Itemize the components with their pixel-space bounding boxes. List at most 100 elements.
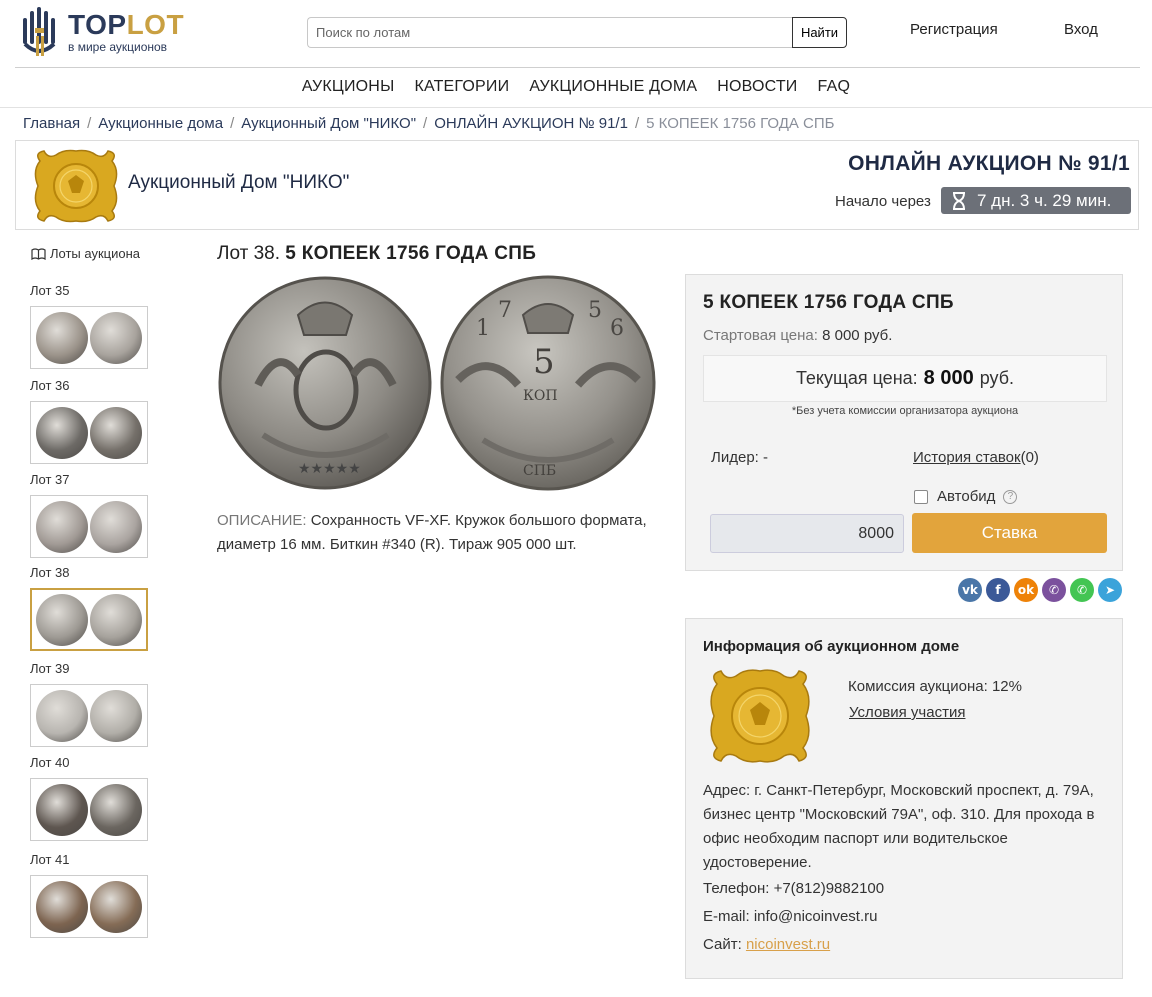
thumbnail-coin-reverse [90,593,142,646]
lot-list-item[interactable]: Лот 41 [30,852,148,938]
lot-thumbnail[interactable] [30,778,148,841]
leader-info: Лидер: - [711,449,768,466]
breadcrumb-house[interactable]: Аукционный Дом "НИКО" [241,115,416,132]
house-site: Сайт: nicoinvest.ru [703,936,830,953]
share-odnoklassniki-icon[interactable]: ok [1014,578,1038,602]
email-value: info@nicoinvest.ru [753,908,878,925]
site-link[interactable]: nicoinvest.ru [746,936,830,953]
lot-thumbnail[interactable] [30,495,148,558]
start-price: Стартовая цена: 8 000 руб. [703,327,892,344]
breadcrumb-auction[interactable]: ОНЛАЙН АУКЦИОН № 91/1 [434,115,628,132]
thumbnail-coin-reverse [90,500,142,553]
phone-value: +7(812)9882100 [773,880,885,897]
bid-amount-input[interactable] [710,514,904,553]
lot-list-label[interactable]: Лот 40 [30,755,148,771]
bid-history: История ставок(0) [913,449,1039,466]
lot-thumbnail[interactable] [30,306,148,369]
lot-list-item[interactable]: Лот 36 [30,378,148,464]
coin-image[interactable]: ★★★★★ 5 КОП 1 7 5 6 СПБ [218,275,658,497]
commission-note: *Без учета комиссии организатора аукцион… [791,405,1019,417]
book-icon [31,247,46,260]
lot-thumbnail[interactable] [30,588,148,651]
nav-auction-houses[interactable]: АУКЦИОННЫЕ ДОМА [529,78,697,107]
house-name[interactable]: Аукционный Дом "НИКО" [128,172,349,194]
nav-auctions[interactable]: АУКЦИОНЫ [302,78,395,107]
auction-title[interactable]: ОНЛАЙН АУКЦИОН № 91/1 [848,152,1130,176]
auction-bar: Аукционный Дом "НИКО" ОНЛАЙН АУКЦИОН № 9… [15,140,1139,230]
lot-list-item[interactable]: Лот 37 [30,472,148,558]
lot-list-label[interactable]: Лот 37 [30,472,148,488]
breadcrumb-separator: / [87,115,92,132]
toplot-logo[interactable]: TOPLOT в мире аукционов [22,6,184,58]
lot-list-label[interactable]: Лот 36 [30,378,148,394]
logo-title-lot: LOT [126,9,185,40]
lot-list-item[interactable]: Лот 40 [30,755,148,841]
logo-text: TOPLOT в мире аукционов [68,9,185,55]
lot-list-label[interactable]: Лот 39 [30,661,148,677]
svg-text:6: 6 [610,316,624,341]
share-facebook-icon[interactable]: f [986,578,1010,602]
lot-list-label[interactable]: Лот 35 [30,283,148,299]
toplot-logo-icon [23,7,56,56]
search-bar: Найти [307,17,847,48]
house-address: Адрес: г. Санкт-Петербург, Московский пр… [703,782,1095,871]
site-label: Сайт: [703,936,742,953]
lot-thumbnail[interactable] [30,401,148,464]
thumbnail-coin-obverse [36,500,88,553]
search-button[interactable]: Найти [792,17,847,48]
bid-history-link[interactable]: История ставок [913,449,1021,466]
nav-categories[interactable]: КАТЕГОРИИ [414,78,509,107]
register-link[interactable]: Регистрация [910,21,998,38]
autobid-checkbox[interactable] [914,489,928,504]
autobid-option: Автобид ? [914,488,1018,505]
bid-history-count: (0) [1020,449,1039,466]
thumbnail-coin-reverse [90,406,142,459]
current-price-unit: руб. [979,368,1015,388]
breadcrumb-separator: / [423,115,428,132]
main-nav: АУКЦИОНЫ КАТЕГОРИИ АУКЦИОННЫЕ ДОМА НОВОС… [0,68,1152,108]
help-icon[interactable]: ? [1003,489,1018,504]
nav-faq[interactable]: FAQ [818,78,851,107]
lot-list-label[interactable]: Лот 38 [30,565,148,581]
thumbnail-coin-reverse [90,783,142,836]
house-info-logo[interactable] [709,666,811,766]
lots-heading[interactable]: Лоты аукциона [31,246,140,261]
lot-list-label[interactable]: Лот 41 [30,852,148,868]
login-link[interactable]: Вход [1064,21,1098,38]
place-bid-button[interactable]: Ставка [912,513,1107,553]
svg-text:1: 1 [476,316,490,341]
lot-description: ОПИСАНИЕ: Сохранность VF-XF. Кружок боль… [217,509,647,557]
lot-thumbnail[interactable] [30,875,148,938]
thumbnail-coin-reverse [90,689,142,742]
autobid-label[interactable]: Автобид [937,488,995,505]
share-viber-icon[interactable]: ✆ [1042,578,1066,602]
thumbnail-coin-obverse [36,406,88,459]
svg-text:5: 5 [533,342,555,382]
logo-subtitle: в мире аукционов [68,40,168,54]
house-logo-image[interactable] [34,147,118,225]
svg-text:КОП: КОП [523,388,558,404]
share-telegram-icon[interactable]: ➤ [1098,578,1122,602]
bid-panel: 5 КОПЕЕК 1756 ГОДА СПБ Стартовая цена: 8… [685,274,1123,571]
lot-list-item[interactable]: Лот 35 [30,283,148,369]
share-vk-icon[interactable]: vk [958,578,982,602]
breadcrumb-auction-houses[interactable]: Аукционные дома [98,115,223,132]
share-buttons: vk f ok ✆ ✆ ➤ [958,578,1122,602]
search-input[interactable] [307,17,792,48]
breadcrumb-separator: / [634,115,640,132]
participation-terms-link[interactable]: Условия участия [849,704,965,721]
svg-text:★★★★★: ★★★★★ [298,461,361,477]
svg-text:5: 5 [588,298,602,323]
bid-panel-title: 5 КОПЕЕК 1756 ГОДА СПБ [703,292,954,313]
thumbnail-coin-reverse [90,311,142,364]
share-whatsapp-icon[interactable]: ✆ [1070,578,1094,602]
lot-thumbnail[interactable] [30,684,148,747]
thumbnail-coin-obverse [36,783,88,836]
breadcrumb-home[interactable]: Главная [23,115,80,132]
lot-list-item[interactable]: Лот 39 [30,661,148,747]
breadcrumb-current: 5 КОПЕЕК 1756 ГОДА СПБ [646,115,835,132]
leader-label: Лидер: [711,449,759,466]
lot-list-item[interactable]: Лот 38 [30,565,148,651]
nav-news[interactable]: НОВОСТИ [717,78,797,107]
site-header: TOPLOT в мире аукционов Найти Регистраци… [0,0,1152,68]
